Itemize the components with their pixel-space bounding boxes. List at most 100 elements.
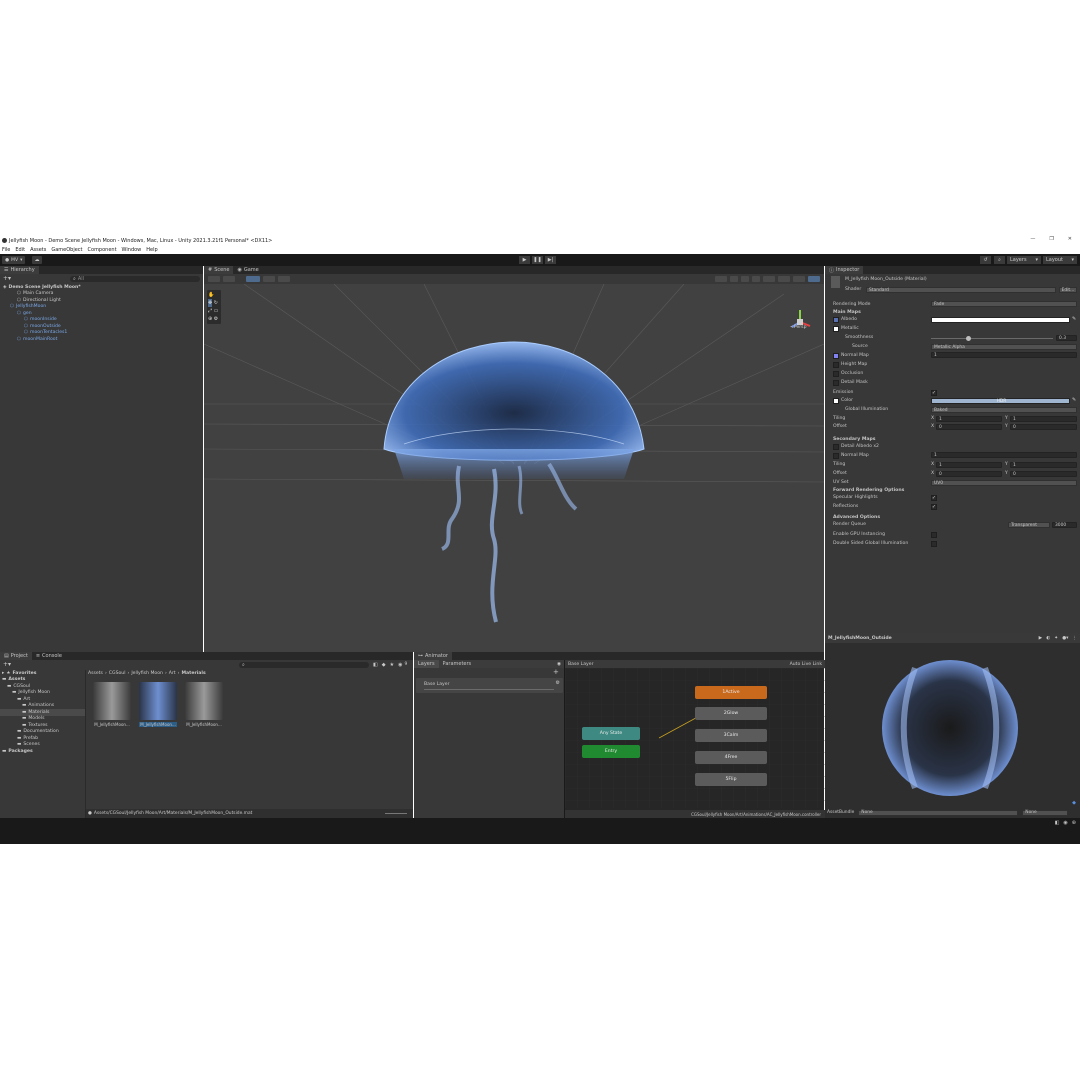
albedo-texture-slot[interactable] (833, 316, 839, 323)
menu-gameobject[interactable]: GameObject (51, 247, 82, 253)
animator-graph[interactable]: Base Layer Auto Live Link 1Active 2Glow 3C… (564, 660, 825, 818)
create-asset-button[interactable]: +▾ (3, 661, 11, 668)
tab-parameters[interactable]: Parameters (439, 660, 476, 668)
view-options-button[interactable] (223, 276, 235, 282)
breadcrumb-jellyfish-moon[interactable]: Jellyfish Moon (131, 671, 163, 676)
draw-mode-button[interactable] (208, 276, 220, 282)
preview-mesh-icon[interactable]: ◐ (1046, 636, 1050, 641)
increment-button[interactable] (278, 276, 290, 282)
breadcrumb-art[interactable]: Art (169, 671, 176, 676)
thumbnail-size-slider[interactable] (385, 813, 407, 814)
layout-dropdown[interactable]: Layout ▾ (1043, 256, 1077, 264)
scene-viewport[interactable] (204, 284, 824, 652)
effects-button[interactable] (763, 276, 775, 282)
layers-dropdown[interactable]: Layers ▾ (1007, 256, 1041, 264)
smoothness-slider-track[interactable] (931, 338, 1053, 339)
occlusion-slot[interactable] (833, 370, 839, 377)
cache-server-icon[interactable]: ◉ (1063, 820, 1067, 826)
asset-tile[interactable]: M_JellyfishMoon... (92, 682, 132, 727)
gizmos-button[interactable] (808, 276, 820, 282)
eye-icon[interactable]: ◉ (557, 662, 561, 667)
camera-button[interactable] (793, 276, 805, 282)
asset-bundle-dropdown[interactable]: None (858, 809, 1019, 816)
account-dropdown[interactable]: ● MV ▾ (2, 256, 26, 264)
source-dropdown[interactable]: Metallic Alpha (931, 344, 1077, 350)
menu-assets[interactable]: Assets (30, 247, 46, 253)
sec-tiling-y-field[interactable]: 1 (1010, 462, 1077, 468)
audio-button[interactable] (752, 276, 760, 282)
search-button[interactable]: ⌕ (994, 256, 1005, 264)
project-search-input[interactable]: ⌕ (239, 661, 370, 668)
edit-shader-button[interactable]: Edit... (1059, 287, 1077, 293)
grid-button[interactable] (246, 276, 260, 282)
asset-tile[interactable]: M_JellyfishMoon... (184, 682, 224, 727)
add-button[interactable]: +▾ (3, 275, 11, 282)
asset-bundle-variant-dropdown[interactable]: None (1022, 809, 1069, 816)
history-button[interactable]: ↺ (980, 256, 991, 264)
state-node[interactable]: 1Active (695, 686, 767, 699)
offset-x-field[interactable]: 0 (936, 424, 1002, 430)
sphere-icon[interactable]: ●▾ (1062, 636, 1068, 641)
render-queue-dropdown[interactable]: Transparent (1008, 522, 1050, 528)
emission-eyedropper-icon[interactable]: ✎ (1072, 397, 1076, 403)
rendering-mode-dropdown[interactable]: Fade (931, 301, 1077, 307)
secondary-normal-slot[interactable] (833, 452, 839, 459)
hidden-objects-button[interactable] (778, 276, 790, 282)
menu-file[interactable]: File (2, 247, 10, 253)
tab-project[interactable]: ▤ Project (0, 652, 32, 660)
rect-tool-icon[interactable]: ▭ (214, 307, 219, 315)
tiling-x-field[interactable]: 1 (936, 416, 1002, 422)
normal-scale-field[interactable]: 1 (931, 352, 1077, 358)
tab-console[interactable]: ≡ Console (32, 652, 66, 660)
rotate-tool-icon[interactable]: ↻ (214, 299, 218, 307)
visibility-icon[interactable]: ◉ (398, 662, 402, 668)
cloud-button[interactable]: ☁ (32, 256, 42, 264)
sec-offset-x-field[interactable]: 0 (936, 471, 1002, 477)
favorite-star-icon[interactable]: ★ (390, 662, 394, 668)
folder-item[interactable]: ▬ Packages (0, 748, 85, 755)
uv-set-dropdown[interactable]: UV0 (931, 480, 1077, 486)
albedo-color-field[interactable] (931, 317, 1070, 323)
height-map-slot[interactable] (833, 361, 839, 368)
hand-tool-icon[interactable]: ✋ (208, 291, 214, 299)
close-button[interactable]: ✕ (1068, 236, 1072, 242)
reflections-checkbox[interactable]: ✓ (931, 504, 937, 510)
menu-edit[interactable]: Edit (15, 247, 25, 253)
hierarchy-search-input[interactable]: ⌕ All (70, 275, 200, 282)
breadcrumb-materials[interactable]: Materials (181, 671, 205, 676)
tab-scene[interactable]: # Scene (204, 266, 234, 274)
maximize-button[interactable]: ❐ (1049, 236, 1053, 242)
hierarchy-item[interactable]: ⬡ moonMainRoot (0, 336, 203, 343)
render-queue-field[interactable]: 3000 (1052, 522, 1077, 528)
state-node[interactable]: 2Glow (695, 707, 767, 720)
smoothness-slider-handle[interactable] (966, 336, 971, 341)
graph-breadcrumb[interactable]: Base Layer (568, 662, 593, 667)
double-sided-gi-checkbox[interactable] (931, 541, 937, 547)
base-layer-item[interactable]: Base Layer ⚙ (416, 678, 563, 693)
breadcrumb-cgsoul[interactable]: CGSoul (109, 671, 126, 676)
light-icon[interactable]: ✦ (1054, 636, 1058, 641)
state-node[interactable]: 4Free (695, 751, 767, 764)
metallic-texture-slot[interactable] (833, 325, 839, 332)
detail-albedo-slot[interactable] (833, 443, 839, 450)
offset-y-field[interactable]: 0 (1010, 424, 1077, 430)
2d-button[interactable] (730, 276, 738, 282)
more-options-icon[interactable]: ⋮ (1072, 636, 1077, 641)
eyedropper-icon[interactable]: ✎ (1072, 316, 1076, 322)
step-button[interactable]: ▶| (545, 256, 556, 264)
filter-label-icon[interactable]: ◆ (382, 662, 386, 668)
auto-live-link-button[interactable]: Auto Live Link (790, 662, 822, 667)
menu-help[interactable]: Help (146, 247, 157, 253)
preview-tag-icon[interactable]: ◆ (1072, 800, 1076, 806)
gi-dropdown[interactable]: Baked (931, 407, 1077, 413)
emission-texture-slot[interactable] (833, 397, 839, 404)
filter-type-icon[interactable]: ◧ (373, 662, 378, 668)
detail-mask-slot[interactable] (833, 379, 839, 386)
tab-layers[interactable]: Layers (414, 660, 439, 668)
smoothness-value[interactable]: 0.3 (1056, 335, 1077, 341)
state-node[interactable]: 3Calm (695, 729, 767, 742)
material-preview-sphere[interactable] (880, 658, 1020, 798)
tab-game[interactable]: ◉ Game (233, 266, 262, 274)
custom-tool-icon[interactable]: ⚙ (214, 315, 218, 323)
play-button[interactable]: ▶ (519, 256, 530, 264)
